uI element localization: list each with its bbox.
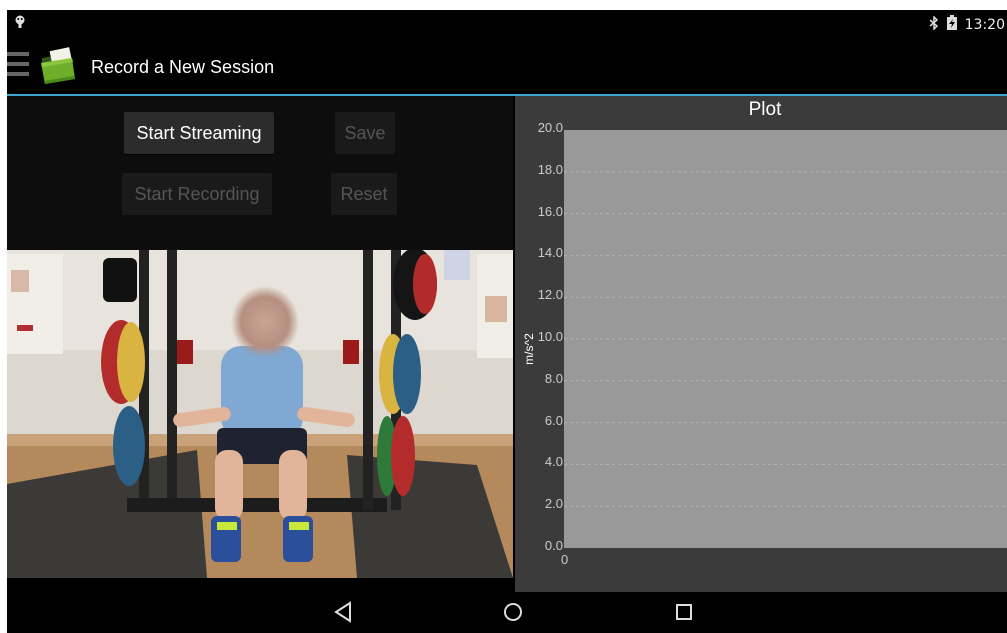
y-axis-label: m/s^2 — [521, 333, 536, 365]
start-streaming-button[interactable]: Start Streaming — [124, 112, 274, 154]
home-icon[interactable] — [501, 600, 525, 628]
back-icon[interactable] — [332, 600, 354, 628]
y-tick-label: 0.0 — [544, 538, 563, 553]
y-tick-label: 16.0 — [537, 203, 563, 219]
y-tick-label: 18.0 — [537, 161, 563, 177]
save-button[interactable]: Save — [335, 112, 395, 154]
control-panel: Start Streaming Save Start Recording Res… — [7, 96, 513, 578]
navigation-bar — [7, 593, 1007, 633]
recent-apps-icon[interactable] — [672, 600, 696, 628]
status-bar: 13:20 — [7, 10, 1007, 36]
camera-preview — [7, 250, 513, 578]
status-time: 13:20 — [964, 16, 1005, 33]
x-tick-label: 0 — [561, 552, 569, 567]
y-tick-label: 8.0 — [544, 370, 563, 386]
menu-icon[interactable] — [7, 52, 29, 82]
android-debug-icon — [15, 14, 25, 33]
plot-grid — [564, 171, 1007, 507]
y-tick-label: 2.0 — [544, 496, 563, 512]
y-tick-label: 12.0 — [537, 287, 563, 303]
device-screen: 13:20 Record a New Session Start Streami… — [7, 10, 1007, 633]
page-title: Record a New Session — [91, 57, 275, 77]
start-recording-button[interactable]: Start Recording — [122, 173, 272, 215]
bluetooth-icon — [929, 14, 939, 34]
y-tick-label: 6.0 — [544, 412, 563, 428]
battery-charging-icon — [946, 15, 957, 34]
folder-icon — [39, 46, 79, 90]
y-tick-label: 14.0 — [537, 245, 563, 261]
plot-panel: Plot 20.0 18.0 16.0 14.0 12.0 10.0 8.0 6.0 4.0 2.… — [515, 96, 1007, 592]
plot-title: Plot — [748, 99, 782, 120]
plot-area[interactable] — [564, 130, 1007, 548]
y-tick-label: 4.0 — [544, 454, 563, 470]
y-tick-label: 20.0 — [537, 120, 563, 135]
action-bar: Record a New Session — [7, 36, 1007, 96]
reset-button[interactable]: Reset — [331, 173, 397, 215]
